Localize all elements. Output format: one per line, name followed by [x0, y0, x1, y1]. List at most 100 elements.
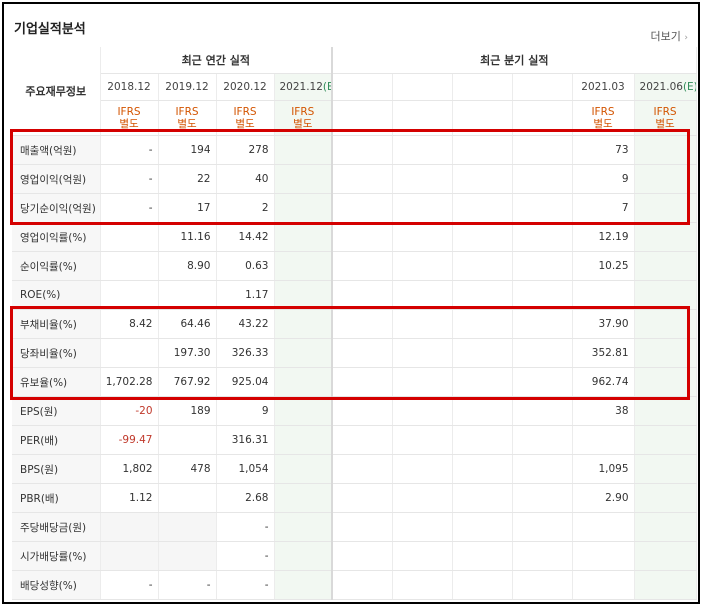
- ifrs-label: IFRS: [117, 106, 141, 118]
- table-row: 배당성향(%) - - -: [12, 570, 697, 600]
- data-cell: [512, 135, 573, 165]
- data-cell: 38: [572, 396, 635, 426]
- data-cell: 8.42: [100, 309, 159, 339]
- data-cell: [452, 309, 513, 339]
- data-cell: 925.04: [216, 367, 275, 397]
- data-cell: 197.30: [158, 338, 217, 368]
- data-cell: [512, 309, 573, 339]
- ifrs-label: IFRS: [653, 106, 677, 118]
- data-cell: [392, 454, 453, 484]
- period-label: 2019.12: [165, 81, 209, 93]
- data-cell: [331, 222, 393, 252]
- data-cell: 1.12: [100, 483, 159, 513]
- data-cell: [158, 512, 217, 542]
- section-title: 기업실적분석: [14, 22, 86, 37]
- data-cell: [512, 512, 573, 542]
- table-row: BPS(원) 1,802 478 1,054 1,095: [12, 454, 697, 484]
- table-row: PER(배) -99.47 316.31: [12, 425, 697, 455]
- table-row: 영업이익률(%) 11.16 14.42 12.19: [12, 222, 697, 252]
- data-cell: 12.19: [572, 222, 635, 252]
- data-cell: [274, 541, 333, 571]
- data-cell: -: [100, 570, 159, 600]
- chevron-right-icon: ›: [684, 33, 688, 43]
- data-cell: 2.68: [216, 483, 275, 513]
- data-cell: [512, 454, 573, 484]
- data-cell: [452, 222, 513, 252]
- row-label: 순이익률(%): [12, 251, 101, 281]
- data-cell: [274, 193, 333, 223]
- table-row: ROE(%) 1.17: [12, 280, 697, 310]
- more-link[interactable]: 더보기 ›: [651, 28, 688, 44]
- financial-table: 주요재무정보 최근 연간 실적 최근 분기 실적 2018.12 2019.12 2…: [12, 47, 697, 600]
- row-label: 영업이익률(%): [12, 222, 101, 252]
- ifrs-label: IFRS: [175, 106, 199, 118]
- data-cell: -: [216, 570, 275, 600]
- data-cell: [392, 222, 453, 252]
- data-cell: 73: [572, 135, 635, 165]
- data-cell: [274, 570, 333, 600]
- data-cell: [452, 251, 513, 281]
- data-cell: 194: [158, 135, 217, 165]
- data-cell: [331, 570, 393, 600]
- ifrs-header: IFRS 별도: [634, 100, 697, 136]
- data-cell: [452, 483, 513, 513]
- data-cell: [274, 135, 333, 165]
- data-cell: 17: [158, 193, 217, 223]
- data-cell: [452, 541, 513, 571]
- data-cell: [392, 135, 453, 165]
- data-cell: [392, 570, 453, 600]
- data-cell: 11.16: [158, 222, 217, 252]
- data-cell: [331, 425, 393, 455]
- data-cell: 1,802: [100, 454, 159, 484]
- data-cell: [634, 135, 697, 165]
- ifrs-header: IFRS 별도: [100, 100, 159, 136]
- data-cell: 40: [216, 164, 275, 194]
- data-cell: 2: [216, 193, 275, 223]
- ifrs-header: [452, 100, 513, 136]
- quarter-group-header: 최근 분기 실적: [331, 47, 697, 74]
- ifrs-header: IFRS 별도: [216, 100, 275, 136]
- data-cell: [331, 483, 393, 513]
- data-cell: [392, 512, 453, 542]
- period-header: 2021.06(E): [634, 73, 697, 101]
- basis-label: 별도: [177, 118, 197, 130]
- data-cell: -: [158, 570, 217, 600]
- data-cell: 326.33: [216, 338, 275, 368]
- data-cell: 478: [158, 454, 217, 484]
- data-cell: -20: [100, 396, 159, 426]
- data-cell: [158, 541, 217, 571]
- data-cell: 10.25: [572, 251, 635, 281]
- data-cell: [331, 309, 393, 339]
- data-cell: [452, 338, 513, 368]
- data-cell: [331, 280, 393, 310]
- data-cell: [512, 222, 573, 252]
- data-cell: [392, 164, 453, 194]
- data-cell: [274, 222, 333, 252]
- data-cell: [512, 367, 573, 397]
- data-cell: [452, 425, 513, 455]
- data-cell: [158, 483, 217, 513]
- data-cell: [512, 425, 573, 455]
- data-cell: [331, 396, 393, 426]
- ifrs-label: IFRS: [291, 106, 315, 118]
- data-cell: 8.90: [158, 251, 217, 281]
- data-cell: 1,702.28: [100, 367, 159, 397]
- data-cell: [274, 483, 333, 513]
- data-cell: [634, 396, 697, 426]
- data-cell: [634, 309, 697, 339]
- table-row: 매출액(억원) -194 278 73: [12, 135, 697, 165]
- data-cell: [634, 512, 697, 542]
- data-cell: 1,095: [572, 454, 635, 484]
- ifrs-header: [331, 100, 393, 136]
- data-cell: [634, 338, 697, 368]
- data-cell: -: [100, 135, 159, 165]
- data-cell: 7: [572, 193, 635, 223]
- data-cell: [392, 338, 453, 368]
- data-cell: 64.46: [158, 309, 217, 339]
- data-cell: [274, 280, 333, 310]
- data-cell: [452, 280, 513, 310]
- data-cell: [274, 425, 333, 455]
- data-cell: [100, 280, 159, 310]
- data-cell: 767.92: [158, 367, 217, 397]
- data-cell: [392, 425, 453, 455]
